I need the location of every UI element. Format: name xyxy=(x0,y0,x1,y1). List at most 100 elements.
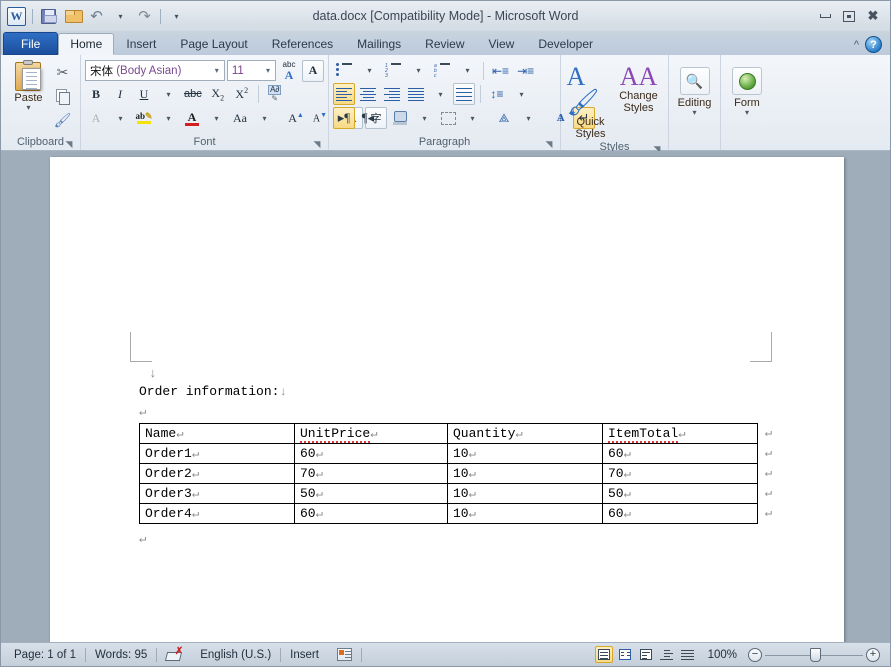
redo-icon[interactable]: ↷ xyxy=(134,6,155,27)
change-case-button[interactable]: Aa xyxy=(229,107,251,129)
borders-dropdown-icon[interactable]: ▾ xyxy=(461,107,483,129)
table-row[interactable]: Order4↵ 60↵ 10↵ 60↵ xyxy=(139,503,758,524)
ltr-text-direction-button[interactable]: ▸¶ xyxy=(333,107,355,129)
close-button[interactable]: ✖ xyxy=(862,8,884,25)
paste-button[interactable]: Paste ▾ xyxy=(7,58,51,135)
shading-button[interactable] xyxy=(389,107,411,129)
status-page[interactable]: Page: 1 of 1 xyxy=(5,646,85,664)
tab-references[interactable]: References xyxy=(260,33,345,55)
zoom-level-label[interactable]: 100% xyxy=(700,649,745,661)
clipboard-dialog-launcher-icon[interactable]: ◥ xyxy=(64,139,74,149)
table-row-header[interactable]: Name↵ UnitPrice↵ Quantity↵ ItemTotal↵ xyxy=(139,423,758,444)
customize-qat-icon[interactable]: ▾ xyxy=(166,6,187,27)
shrink-font-button[interactable]: A▼ xyxy=(309,107,331,129)
text-highlight-color-button[interactable]: ab✎ xyxy=(133,107,155,129)
document-content[interactable]: ↓ Order information:↓ ↵ Name↵ UnitPrice↵… xyxy=(139,367,772,546)
view-web-layout-button[interactable] xyxy=(637,646,655,663)
asian-layout-dropdown-icon[interactable]: ▾ xyxy=(517,107,539,129)
view-outline-button[interactable] xyxy=(658,646,676,663)
order-table[interactable]: Name↵ UnitPrice↵ Quantity↵ ItemTotal↵ Or… xyxy=(139,423,758,524)
character-shading-dropdown-icon[interactable]: ▾ xyxy=(109,107,131,129)
minimize-button[interactable] xyxy=(814,8,836,25)
paragraph-dialog-launcher-icon[interactable]: ◥ xyxy=(544,139,554,149)
document-page[interactable]: ↓ Order information:↓ ↵ Name↵ UnitPrice↵… xyxy=(50,157,844,642)
status-language[interactable]: English (U.S.) xyxy=(191,646,280,664)
table-cell-quantity[interactable]: 10↵ xyxy=(447,463,603,484)
undo-dropdown-icon[interactable]: ▾ xyxy=(110,6,131,27)
tab-home[interactable]: Home xyxy=(58,33,115,55)
tab-insert[interactable]: Insert xyxy=(114,33,168,55)
justify-dropdown-icon[interactable]: ▾ xyxy=(429,83,451,105)
bold-button[interactable]: B xyxy=(85,83,107,105)
bullets-button[interactable] xyxy=(333,60,356,82)
help-icon[interactable]: ? xyxy=(865,36,882,53)
restore-button[interactable] xyxy=(838,8,860,25)
asian-layout-button[interactable]: ⟁ xyxy=(493,107,515,129)
change-case-dropdown-icon[interactable]: ▾ xyxy=(253,107,275,129)
line-spacing-button[interactable]: ↕≡ xyxy=(486,83,508,105)
form-dropdown-icon[interactable]: ▾ xyxy=(745,109,749,117)
tab-developer[interactable]: Developer xyxy=(526,33,605,55)
character-scaling-button[interactable]: A∂ ✎ xyxy=(264,83,286,105)
save-icon[interactable] xyxy=(38,6,59,27)
document-area[interactable]: ↓ Order information:↓ ↵ Name↵ UnitPrice↵… xyxy=(1,151,890,642)
table-cell-itemtotal[interactable]: 60↵ xyxy=(602,443,758,464)
grow-font-button[interactable]: A▲ xyxy=(285,107,307,129)
table-row[interactable]: Order3↵ 50↵ 10↵ 50↵ xyxy=(139,483,758,504)
table-cell-unitprice[interactable]: 60↵ xyxy=(294,503,448,524)
subscript-button[interactable]: X2 xyxy=(207,83,229,105)
editing-dropdown-icon[interactable]: ▾ xyxy=(692,109,696,117)
form-button[interactable]: Form ▾ xyxy=(722,64,772,135)
underline-dropdown-icon[interactable]: ▾ xyxy=(157,83,179,105)
intro-paragraph[interactable]: Order information:↓ xyxy=(139,381,758,403)
table-cell-header-name[interactable]: Name↵ xyxy=(139,423,295,444)
table-cell-unitprice[interactable]: 60↵ xyxy=(294,443,448,464)
table-cell-unitprice[interactable]: 70↵ xyxy=(294,463,448,484)
table-cell-name[interactable]: Order2↵ xyxy=(139,463,295,484)
rtl-text-direction-button[interactable]: ¶◂ xyxy=(357,107,379,129)
table-cell-unitprice[interactable]: 50↵ xyxy=(294,483,448,504)
italic-button[interactable]: I xyxy=(109,83,131,105)
borders-button[interactable] xyxy=(437,107,459,129)
tab-page-layout[interactable]: Page Layout xyxy=(168,33,259,55)
table-cell-header-quantity[interactable]: Quantity↵ xyxy=(447,423,603,444)
tab-mailings[interactable]: Mailings xyxy=(345,33,413,55)
highlight-dropdown-icon[interactable]: ▾ xyxy=(157,107,179,129)
text-effects-button[interactable]: A xyxy=(302,59,324,82)
center-button[interactable] xyxy=(357,83,379,105)
font-color-dropdown-icon[interactable]: ▾ xyxy=(205,107,227,129)
collapse-ribbon-icon[interactable]: ^ xyxy=(854,39,859,51)
quick-styles-button[interactable]: A🖌 Quick Styles xyxy=(567,62,615,141)
increase-indent-button[interactable]: ⇥≡ xyxy=(514,60,537,82)
align-right-button[interactable] xyxy=(381,83,403,105)
font-color-button[interactable]: A xyxy=(181,107,203,129)
font-dialog-launcher-icon[interactable]: ◥ xyxy=(312,139,322,149)
view-print-layout-button[interactable] xyxy=(594,646,613,663)
numbering-dropdown-icon[interactable]: ▾ xyxy=(407,60,429,82)
macro-recording-icon[interactable] xyxy=(328,646,361,664)
multilevel-dropdown-icon[interactable]: ▾ xyxy=(456,60,478,82)
numbering-button[interactable]: 123 xyxy=(382,60,405,82)
justify-button[interactable] xyxy=(405,83,427,105)
table-cell-itemtotal[interactable]: 50↵ xyxy=(602,483,758,504)
table-cell-quantity[interactable]: 10↵ xyxy=(447,443,603,464)
cut-button[interactable]: ✂ xyxy=(51,61,75,83)
bullets-dropdown-icon[interactable]: ▾ xyxy=(358,60,380,82)
underline-button[interactable]: U xyxy=(133,83,155,105)
table-cell-itemtotal[interactable]: 70↵ xyxy=(602,463,758,484)
zoom-in-button[interactable]: + xyxy=(866,647,880,662)
tab-file[interactable]: File xyxy=(3,32,59,55)
table-cell-header-itemtotal[interactable]: ItemTotal↵ xyxy=(602,423,758,444)
editing-button[interactable]: 🔍 Editing ▾ xyxy=(670,64,720,135)
copy-button[interactable] xyxy=(51,85,75,107)
font-name-combobox[interactable]: 宋体 (Body Asian) ▾ xyxy=(85,60,225,81)
font-size-combobox[interactable]: 11 ▾ xyxy=(226,60,276,81)
word-logo-icon[interactable]: W xyxy=(6,6,27,27)
tab-review[interactable]: Review xyxy=(413,33,476,55)
table-cell-name[interactable]: Order4↵ xyxy=(139,503,295,524)
character-shading-button[interactable]: A xyxy=(85,107,107,129)
format-painter-button[interactable]: 🖌 xyxy=(51,109,75,131)
table-cell-header-unitprice[interactable]: UnitPrice↵ xyxy=(294,423,448,444)
table-cell-name[interactable]: Order1↵ xyxy=(139,443,295,464)
font-size-caret-icon[interactable]: ▾ xyxy=(263,66,273,75)
